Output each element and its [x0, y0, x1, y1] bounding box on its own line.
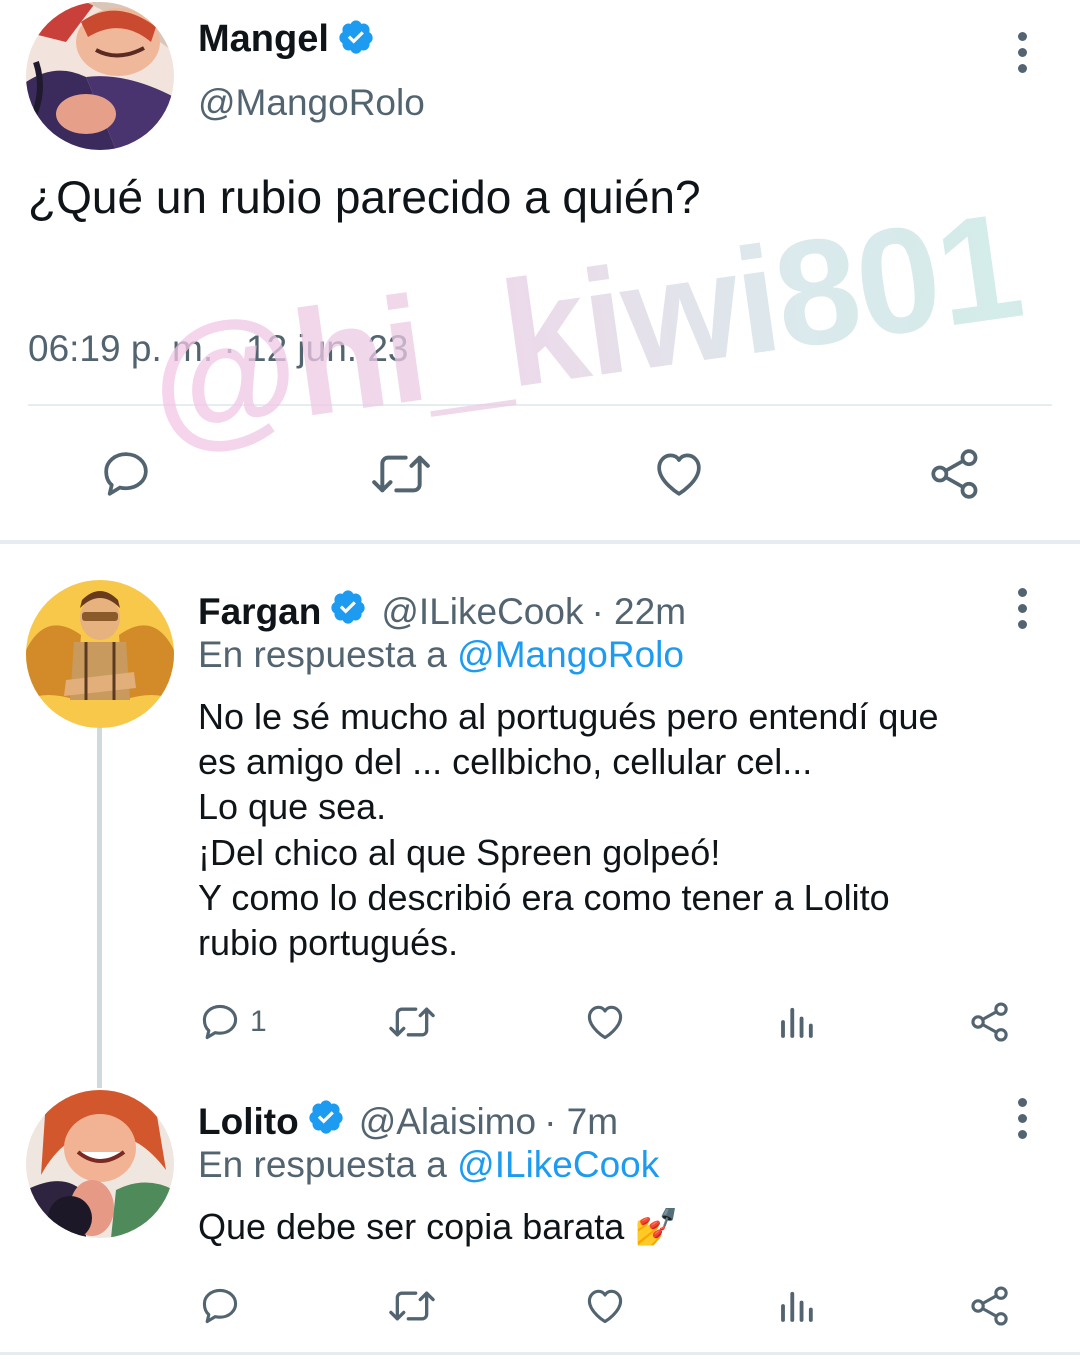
- reply-age: · 7m: [544, 1100, 619, 1142]
- reply-header: Lolito @Alaisimo · 7m: [198, 1098, 618, 1145]
- like-button[interactable]: [582, 1284, 628, 1328]
- author-name[interactable]: Lolito: [198, 1101, 299, 1143]
- main-author-row: Mangel: [198, 18, 375, 61]
- share-icon: [931, 449, 978, 499]
- reply-icon: [202, 1004, 238, 1040]
- tweet-detail-page: Mangel @MangoRolo ¿Qué un rubio parecido…: [0, 0, 1080, 1369]
- lolito-avatar[interactable]: [26, 1090, 174, 1238]
- more-options-icon[interactable]: [1002, 22, 1042, 82]
- like-icon: [587, 1289, 623, 1324]
- analytics-icon: [781, 1007, 813, 1038]
- share-icon: [971, 1286, 1008, 1326]
- retweet-icon: [389, 1007, 435, 1037]
- analytics-icon: [781, 1291, 813, 1322]
- reply-button[interactable]: 1: [198, 1000, 267, 1044]
- retweet-icon: [389, 1291, 435, 1321]
- share-button[interactable]: [968, 1000, 1012, 1044]
- mangel-avatar[interactable]: [26, 2, 174, 150]
- main-tweet: Mangel @MangoRolo ¿Qué un rubio parecido…: [0, 0, 1080, 540]
- divider: [28, 404, 1052, 406]
- divider: [0, 1352, 1080, 1355]
- replying-to-label: En respuesta a: [198, 634, 447, 675]
- mention-link[interactable]: @MangoRolo: [457, 634, 684, 675]
- author-handle[interactable]: @ILikeCook: [381, 591, 583, 633]
- tweet-text: ¿Qué un rubio parecido a quién?: [28, 171, 701, 223]
- share-icon: [971, 1002, 1008, 1042]
- section-separator: [0, 540, 1080, 544]
- author-handle[interactable]: @Alaisimo: [359, 1101, 536, 1143]
- reply-icon: [202, 1288, 238, 1324]
- replying-to-label: En respuesta a: [198, 1144, 447, 1185]
- mention-link[interactable]: @ILikeCook: [457, 1144, 659, 1185]
- reply-text: No le sé mucho al portugués pero entendí…: [198, 696, 939, 964]
- thread-connector-line: [97, 728, 102, 1088]
- reply-button[interactable]: [98, 446, 154, 502]
- more-options-icon[interactable]: [1002, 578, 1042, 638]
- retweet-button[interactable]: [386, 1284, 438, 1328]
- verified-badge-icon: [337, 18, 375, 61]
- reply-header: Fargan @ILikeCook · 22m: [198, 588, 686, 635]
- fargan-avatar[interactable]: [26, 580, 174, 728]
- author-name[interactable]: Mangel: [198, 18, 329, 61]
- like-button[interactable]: [650, 446, 708, 502]
- analytics-button[interactable]: [776, 1000, 818, 1044]
- reply-age: · 22m: [591, 590, 687, 632]
- reply-button[interactable]: [198, 1284, 242, 1328]
- author-handle[interactable]: @MangoRolo: [198, 82, 425, 124]
- retweet-button[interactable]: [368, 446, 434, 502]
- author-name[interactable]: Fargan: [198, 591, 321, 633]
- more-options-icon[interactable]: [1002, 1088, 1042, 1148]
- reply-text: Que debe ser copia barata 💅: [198, 1206, 680, 1247]
- replying-to: En respuesta a @ILikeCook: [198, 1144, 659, 1186]
- reply-count: 1: [250, 1005, 267, 1038]
- like-icon: [657, 453, 701, 496]
- share-button[interactable]: [968, 1284, 1012, 1328]
- like-button[interactable]: [582, 1000, 628, 1044]
- share-button[interactable]: [926, 446, 984, 502]
- verified-badge-icon: [329, 588, 367, 635]
- replying-to: En respuesta a @MangoRolo: [198, 634, 684, 676]
- verified-badge-icon: [307, 1098, 345, 1145]
- tweet-timestamp[interactable]: 06:19 p. m. · 12 jun. 23: [28, 328, 409, 370]
- reply-icon: [104, 452, 148, 496]
- analytics-button[interactable]: [776, 1284, 818, 1328]
- retweet-button[interactable]: [386, 1000, 438, 1044]
- retweet-icon: [372, 455, 430, 493]
- like-icon: [587, 1005, 623, 1040]
